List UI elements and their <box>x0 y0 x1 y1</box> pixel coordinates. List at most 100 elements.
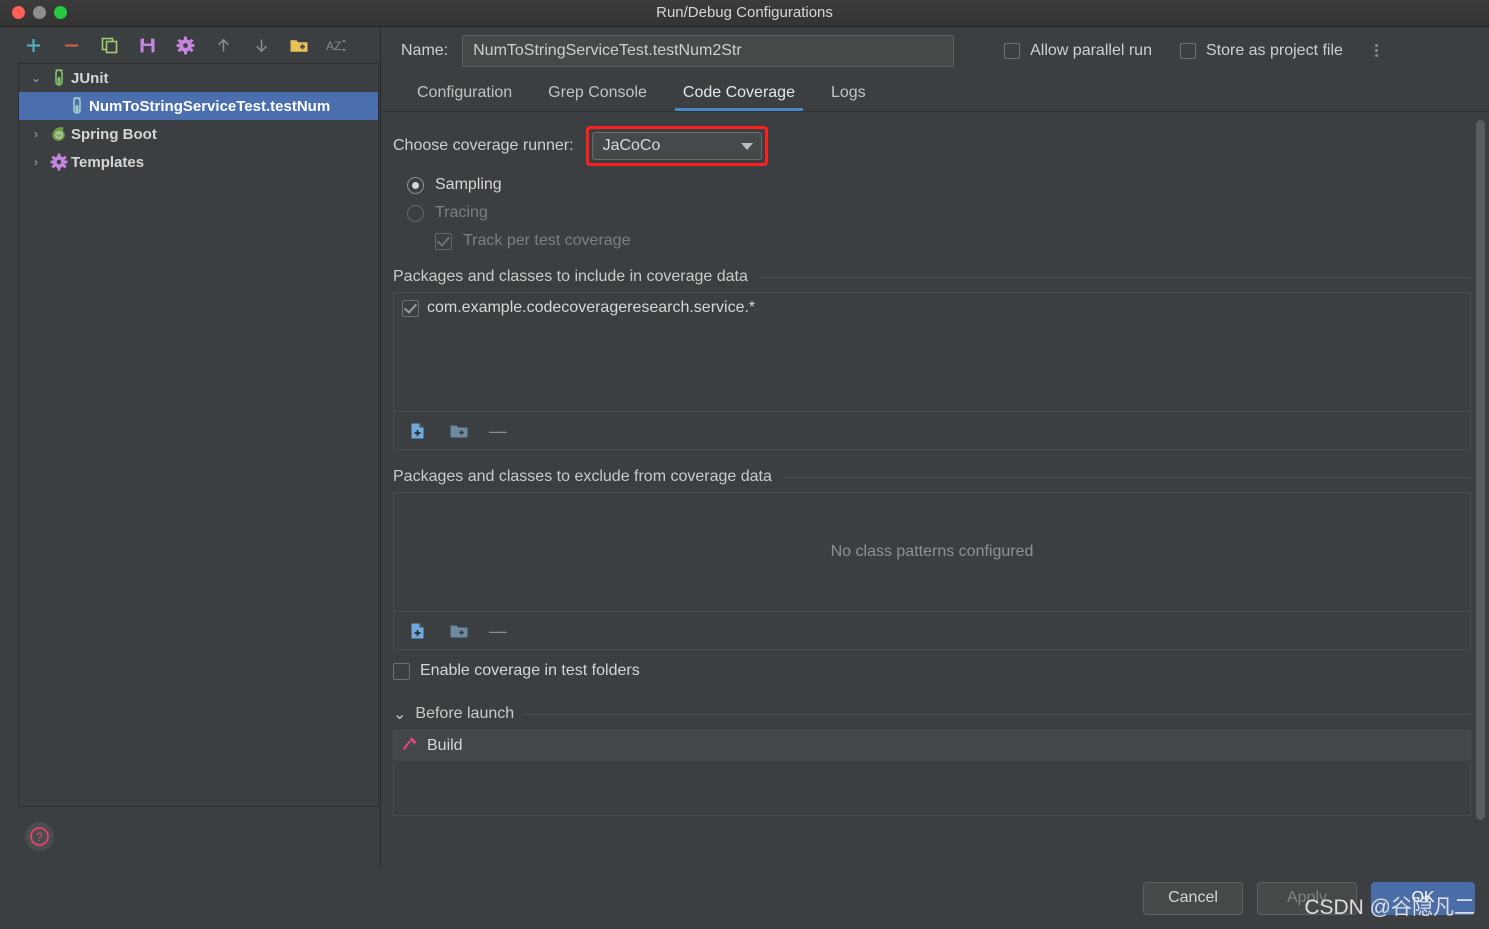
allow-parallel-run-checkbox[interactable]: Allow parallel run <box>1004 42 1152 60</box>
tree-item-numtostringservicetest[interactable]: NumToStringServiceTest.testNum <box>19 92 378 120</box>
apply-button[interactable]: Apply <box>1257 881 1357 915</box>
hammer-icon <box>402 736 418 757</box>
allow-parallel-run-label: Allow parallel run <box>1030 41 1152 59</box>
name-row: Name: Allow parallel run Store as projec… <box>381 27 1489 74</box>
include-list[interactable]: com.example.codecoverageresearch.service… <box>394 293 1470 411</box>
checkbox-box[interactable] <box>402 299 419 317</box>
tree-item-junit[interactable]: ⌄ JUnit <box>19 64 378 92</box>
top-options: Allow parallel run Store as project file <box>1004 42 1378 60</box>
coverage-runner-row: Choose coverage runner: JaCoCo <box>393 112 1471 166</box>
dialog-body: AZ ⌄ JUnit NumToStringServiceTest.testNu… <box>0 27 1489 867</box>
window-title: Run/Debug Configurations <box>656 4 833 21</box>
copy-configuration-icon[interactable] <box>98 34 120 56</box>
templates-gear-icon <box>47 153 71 171</box>
before-launch-task-build[interactable]: Build <box>394 731 1470 761</box>
coverage-runner-select[interactable]: JaCoCo <box>591 132 762 160</box>
tab-grep-console[interactable]: Grep Console <box>530 74 665 111</box>
chevron-right-icon[interactable]: › <box>25 127 47 141</box>
tree-item-label: Spring Boot <box>71 125 157 143</box>
remove-pattern-icon[interactable]: — <box>488 421 508 441</box>
before-launch-task-list[interactable]: Build <box>393 730 1471 816</box>
tab-logs[interactable]: Logs <box>813 74 884 111</box>
track-per-test-coverage-label: Track per test coverage <box>463 232 631 249</box>
configurations-tree[interactable]: ⌄ JUnit NumToStringServiceTest.testNum ›… <box>18 63 379 807</box>
exclude-list-box: No class patterns configured — <box>393 492 1471 650</box>
spring-boot-icon <box>47 125 71 143</box>
include-section-header: Packages and classes to include in cover… <box>393 268 1471 286</box>
checkbox-box <box>1179 42 1196 59</box>
exclude-section-header: Packages and classes to exclude from cov… <box>393 468 1471 486</box>
save-configuration-icon[interactable] <box>136 34 158 56</box>
sampling-label: Sampling <box>435 176 502 193</box>
tree-item-label: NumToStringServiceTest.testNum <box>89 97 331 115</box>
tree-item-templates[interactable]: › Templates <box>19 148 378 176</box>
add-class-pattern-icon[interactable] <box>408 421 428 441</box>
add-package-pattern-icon[interactable] <box>448 421 468 441</box>
exclude-list[interactable]: No class patterns configured <box>394 493 1470 611</box>
exclude-list-toolbar: — <box>394 611 1470 649</box>
move-up-icon[interactable] <box>212 34 234 56</box>
divider <box>781 476 1471 478</box>
store-as-project-file-checkbox[interactable]: Store as project file <box>1179 42 1343 60</box>
tree-item-label: Templates <box>71 153 145 171</box>
scrollbar-thumb[interactable] <box>1476 120 1485 820</box>
checkbox-box <box>435 232 452 250</box>
include-list-box: com.example.codecoverageresearch.service… <box>393 292 1471 450</box>
before-launch-title: Before launch <box>415 705 515 722</box>
tab-configuration[interactable]: Configuration <box>399 74 530 111</box>
list-item[interactable]: com.example.codecoverageresearch.service… <box>394 293 1470 317</box>
svg-text:?: ? <box>36 830 43 844</box>
track-per-test-coverage-checkbox[interactable]: Track per test coverage <box>435 232 1471 250</box>
new-folder-icon[interactable] <box>288 34 310 56</box>
editor-tabs: Configuration Grep Console Code Coverage… <box>381 74 1489 112</box>
before-launch-header[interactable]: ⌄ Before launch <box>393 704 1471 724</box>
tree-item-spring-boot[interactable]: › Spring Boot <box>19 120 378 148</box>
divider <box>757 276 1471 278</box>
include-list-toolbar: — <box>394 411 1470 449</box>
tracing-radio[interactable]: Tracing <box>407 204 1471 222</box>
add-configuration-icon[interactable] <box>22 34 44 56</box>
junit-icon <box>47 69 71 87</box>
chevron-down-icon[interactable]: ⌄ <box>393 704 406 724</box>
chevron-down-icon <box>740 142 753 150</box>
tracing-label: Tracing <box>435 204 488 221</box>
radio-circle <box>407 176 424 194</box>
coverage-runner-value: JaCoCo <box>602 137 661 154</box>
add-package-pattern-icon[interactable] <box>448 621 468 641</box>
enable-coverage-in-test-folders-checkbox[interactable]: Enable coverage in test folders <box>393 662 1471 680</box>
code-coverage-panel: Choose coverage runner: JaCoCo Sampling … <box>381 112 1489 867</box>
tree-item-label: JUnit <box>71 69 109 87</box>
before-launch-task-label: Build <box>427 737 463 754</box>
checkbox-box <box>393 662 410 680</box>
include-section-title: Packages and classes to include in cover… <box>393 268 748 285</box>
sampling-radio[interactable]: Sampling <box>407 176 1471 194</box>
enable-coverage-in-test-folders-label: Enable coverage in test folders <box>420 662 640 679</box>
sidebar-toolbar: AZ <box>0 27 380 63</box>
ok-button[interactable]: OK <box>1371 881 1475 915</box>
add-class-pattern-icon[interactable] <box>408 621 428 641</box>
vertical-scrollbar[interactable] <box>1476 120 1485 820</box>
tab-code-coverage[interactable]: Code Coverage <box>665 74 813 111</box>
more-options-icon[interactable] <box>1374 44 1378 57</box>
remove-configuration-icon[interactable] <box>60 34 82 56</box>
gear-icon[interactable] <box>174 34 196 56</box>
coverage-runner-label: Choose coverage runner: <box>393 137 574 154</box>
cancel-button[interactable]: Cancel <box>1143 881 1243 915</box>
chevron-right-icon[interactable]: › <box>25 155 47 169</box>
remove-pattern-icon[interactable]: — <box>488 621 508 641</box>
include-pattern-label: com.example.codecoverageresearch.service… <box>427 299 756 316</box>
configurations-sidebar: AZ ⌄ JUnit NumToStringServiceTest.testNu… <box>0 27 381 867</box>
help-button[interactable]: ? <box>25 822 54 851</box>
name-label: Name: <box>401 41 449 59</box>
move-down-icon[interactable] <box>250 34 272 56</box>
sort-alphabetically-icon[interactable]: AZ <box>326 34 348 56</box>
svg-text:AZ: AZ <box>326 39 341 53</box>
checkbox-box <box>1004 42 1021 59</box>
configuration-editor: Name: Allow parallel run Store as projec… <box>381 27 1489 867</box>
exclude-empty-text: No class patterns configured <box>830 543 1034 560</box>
name-input[interactable] <box>462 34 955 67</box>
chevron-down-icon[interactable]: ⌄ <box>25 71 47 85</box>
title-bar: Run/Debug Configurations <box>0 0 1489 27</box>
run-debug-configurations-dialog: Run/Debug Configurations AZ ⌄ JUnit NumT… <box>0 0 1489 929</box>
exclude-section-title: Packages and classes to exclude from cov… <box>393 468 772 485</box>
